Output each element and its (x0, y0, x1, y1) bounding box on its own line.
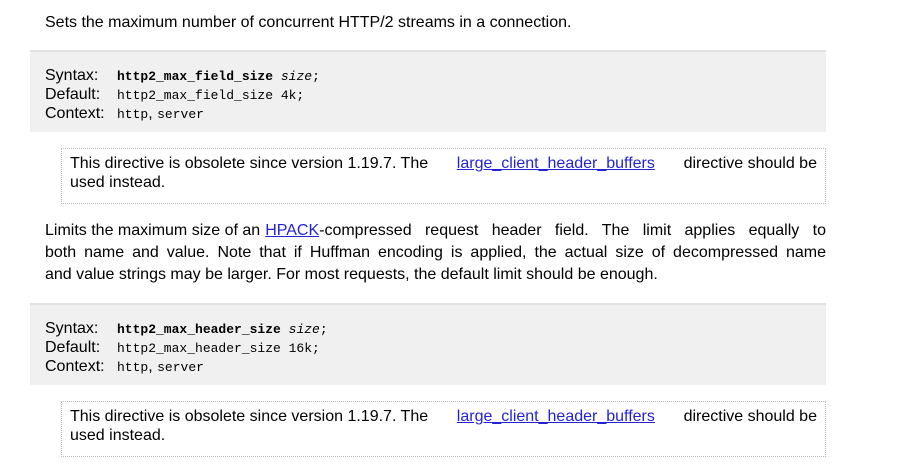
description-line: both name and value. Note that if Huffma… (45, 244, 826, 261)
default-value: http2_max_header_size 16k; (117, 341, 320, 356)
syntax-label: Syntax: (45, 67, 99, 84)
default-label: Default: (45, 339, 101, 356)
context-http: http (117, 107, 149, 122)
note-text-continuation: used instead. (70, 427, 166, 444)
directive-argument: size (288, 322, 320, 337)
context-row: Context: http, server (45, 104, 826, 123)
directive-argument: size (280, 69, 313, 84)
note-text-pre: This directive is obsolete since version… (70, 155, 429, 172)
context-value: http, server (117, 104, 204, 124)
description-paragraph: Limits the maximum size of an HPACK -com… (45, 220, 826, 286)
hpack-link[interactable]: HPACK (265, 222, 319, 239)
context-server: server (157, 360, 204, 375)
intro-paragraph: Sets the maximum number of concurrent HT… (45, 12, 826, 34)
description-line: and value strings may be larger. For mos… (45, 266, 658, 283)
context-value: http, server (117, 357, 204, 377)
note-text-post: directive should be (683, 408, 817, 425)
syntax-value: http2_max_field_size size; (117, 67, 320, 86)
description-text-pre: Limits the maximum size of an (45, 222, 261, 239)
syntax-terminator: ; (312, 69, 320, 84)
syntax-label: Syntax: (45, 320, 99, 337)
context-label: Context: (45, 105, 105, 122)
description-link-wrap: HPACK (265, 220, 319, 242)
obsolete-note: This directive is obsolete since version… (61, 148, 826, 204)
directive-name: http2_max_header_size (117, 322, 281, 337)
syntax-value: http2_max_header_size size; (117, 320, 328, 339)
note-text-pre: This directive is obsolete since version… (70, 408, 429, 425)
context-separator: , (148, 358, 158, 375)
note-text-post: directive should be (683, 155, 817, 172)
directive-syntax-box: Syntax: http2_max_header_size size; Defa… (30, 303, 826, 385)
note-line: This directive is obsolete since version… (70, 407, 817, 426)
description-line: Limits the maximum size of an HPACK -com… (45, 220, 826, 242)
syntax-terminator: ; (319, 322, 328, 337)
syntax-row: Syntax: http2_max_header_size size; (45, 319, 826, 338)
obsolete-note: This directive is obsolete since version… (61, 401, 826, 457)
directive-syntax-box: Syntax: http2_max_field_size size; Defau… (30, 50, 826, 132)
directive-name: http2_max_field_size (117, 69, 274, 84)
context-http: http (117, 360, 149, 375)
note-line: This directive is obsolete since version… (70, 154, 817, 173)
context-row: Context: http, server (45, 357, 826, 376)
intro-text: Sets the maximum number of concurrent HT… (45, 14, 572, 31)
context-server: server (157, 107, 204, 122)
note-text-continuation: used instead. (70, 174, 166, 191)
context-label: Context: (45, 358, 105, 375)
large-client-header-buffers-link[interactable]: large_client_header_buffers (457, 407, 655, 426)
default-row: Default: http2_max_field_size 4k; (45, 85, 826, 104)
syntax-row: Syntax: http2_max_field_size size; (45, 66, 826, 85)
large-client-header-buffers-link[interactable]: large_client_header_buffers (457, 154, 655, 173)
default-value: http2_max_field_size 4k; (117, 88, 305, 103)
description-line-rest: HPACK -compressed request header field. … (265, 220, 826, 242)
description-text-post: -compressed request header field. The li… (319, 222, 826, 239)
documentation-page: Sets the maximum number of concurrent HT… (0, 0, 906, 472)
context-separator: , (148, 105, 158, 122)
default-label: Default: (45, 86, 101, 103)
default-row: Default: http2_max_header_size 16k; (45, 338, 826, 357)
